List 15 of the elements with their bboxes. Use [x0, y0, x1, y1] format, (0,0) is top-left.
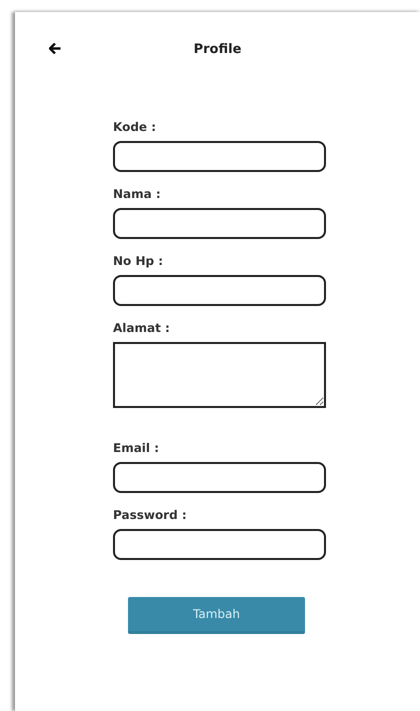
field-label: Nama : — [113, 187, 162, 203]
input-field[interactable] — [113, 529, 326, 560]
field-label: Kode : — [113, 120, 158, 136]
add-button[interactable]: Tambah — [128, 597, 305, 634]
input-field[interactable] — [113, 462, 326, 493]
field-label: Alamat : — [113, 321, 171, 337]
back-arrow-icon[interactable] — [49, 42, 61, 54]
text-area[interactable] — [113, 342, 326, 408]
input-field[interactable] — [113, 275, 326, 306]
input-field[interactable] — [113, 208, 326, 239]
field-label: Email : — [113, 441, 160, 457]
page-title: Profile — [192, 40, 242, 56]
input-field[interactable] — [113, 141, 326, 172]
field-label: No Hp : — [113, 254, 164, 270]
field-label: Password : — [113, 508, 188, 524]
